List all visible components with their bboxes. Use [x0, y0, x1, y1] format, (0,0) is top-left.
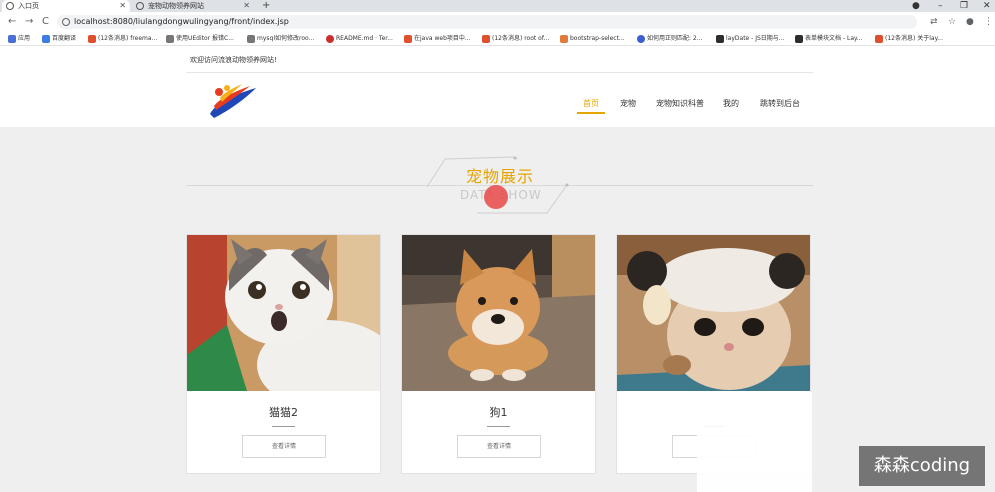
- welcome-text: 欢迎访问流浪动物领养网站!: [190, 56, 277, 64]
- layui-icon: [716, 35, 724, 43]
- tab-globe-icon: [6, 2, 14, 10]
- view-details-button[interactable]: 查看详情: [242, 435, 326, 458]
- minimize-icon[interactable]: –: [938, 0, 943, 12]
- close-tab-icon[interactable]: ✕: [243, 0, 250, 12]
- url-text: localhost:8080/liulangdongwulingyang/fro…: [74, 17, 289, 26]
- translate-icon[interactable]: ⇄: [930, 16, 938, 28]
- bookmark-item[interactable]: (12条消息) 关于lay...: [875, 32, 943, 46]
- view-details-button[interactable]: 查看详情: [457, 435, 541, 458]
- nav-pets[interactable]: 宠物: [620, 98, 636, 109]
- bookmark-item[interactable]: layDate - JS日期与...: [716, 32, 785, 46]
- bookmark-apps[interactable]: 应用: [8, 32, 30, 46]
- maximize-icon[interactable]: ❐: [960, 0, 968, 12]
- nav-mine[interactable]: 我的: [723, 98, 739, 109]
- tab-label: 入口页: [18, 2, 39, 10]
- card-divider: [272, 426, 295, 427]
- bookmark-item[interactable]: 在java web项目中...: [404, 32, 471, 46]
- menu-dots-icon[interactable]: ⋮: [984, 16, 993, 28]
- page-icon: [560, 35, 568, 43]
- page-icon: [166, 35, 174, 43]
- reload-icon[interactable]: C: [42, 16, 49, 28]
- url-input[interactable]: localhost:8080/liulangdongwulingyang/fro…: [57, 15, 917, 29]
- back-arrow-icon[interactable]: ←: [8, 16, 16, 28]
- page-icon: [247, 35, 255, 43]
- close-tab-icon[interactable]: ✕: [119, 0, 126, 12]
- csdn-icon: [88, 35, 96, 43]
- pet-photo[interactable]: [617, 235, 810, 391]
- close-window-icon[interactable]: ✕: [983, 0, 991, 12]
- bookmark-item[interactable]: README.md · Ter...: [326, 32, 393, 46]
- site-logo[interactable]: [206, 80, 258, 120]
- new-tab-button[interactable]: +: [262, 0, 270, 12]
- nav-admin[interactable]: 跳转到后台: [760, 98, 800, 109]
- pet-name: 狗1: [489, 406, 508, 419]
- bookmarks-bar: 应用 百度翻译 (12条消息) freema... 使用UEditor 报错C.…: [0, 32, 995, 46]
- cursor-highlight: [484, 185, 508, 209]
- layui-icon: [795, 35, 803, 43]
- bookmark-item[interactable]: 使用UEditor 报错C...: [166, 32, 234, 46]
- nav-pet-knowledge[interactable]: 宠物知识科普: [656, 98, 704, 109]
- bookmark-item[interactable]: (12条消息) root of...: [482, 32, 549, 46]
- baidu-icon: [637, 35, 645, 43]
- address-bar-row: ← → C localhost:8080/liulangdongwulingya…: [0, 12, 995, 32]
- bookmark-item[interactable]: mysql如何修改roo...: [247, 32, 314, 46]
- section-title: 宠物展示: [466, 167, 535, 186]
- forward-arrow-icon[interactable]: →: [25, 16, 33, 28]
- pet-name: 猫猫2: [269, 406, 298, 419]
- pet-photo[interactable]: [402, 235, 595, 391]
- pet-card[interactable]: 狗1 查看详情: [401, 234, 596, 474]
- bookmark-item[interactable]: 表单模块文档 - Lay...: [795, 32, 862, 46]
- nav-home[interactable]: 首页: [583, 98, 599, 109]
- pet-card[interactable]: 猫猫2 查看详情: [186, 234, 381, 474]
- tab-globe-icon: [136, 2, 144, 10]
- account-icon[interactable]: ●: [966, 16, 974, 28]
- bookmark-star-icon[interactable]: ☆: [948, 16, 956, 28]
- bookmark-item[interactable]: 如何用正则匹配: 2...: [637, 32, 702, 46]
- profile-icon[interactable]: ●: [912, 0, 920, 12]
- info-icon[interactable]: [62, 18, 70, 26]
- pet-photo[interactable]: [187, 235, 380, 391]
- browser-tab-home[interactable]: 入口页 ✕: [2, 0, 130, 12]
- header-divider: [186, 72, 813, 73]
- translate-bookmark-icon: [42, 35, 50, 43]
- browser-tab-bar: 入口页 ✕ 宠物动物领养网站 ✕ + ● – ❐ ✕: [0, 0, 995, 12]
- video-watermark: 森森coding: [859, 446, 985, 486]
- csdn-icon: [404, 35, 412, 43]
- gitee-icon: [326, 35, 334, 43]
- csdn-icon: [875, 35, 883, 43]
- browser-tab-site[interactable]: 宠物动物领养网站 ✕: [132, 0, 254, 12]
- csdn-icon: [482, 35, 490, 43]
- apps-grid-icon: [8, 35, 16, 43]
- bookmark-item[interactable]: 百度翻译: [42, 32, 76, 46]
- tab-label: 宠物动物领养网站: [148, 2, 204, 10]
- bookmark-item[interactable]: (12条消息) freema...: [88, 32, 157, 46]
- nav-active-indicator: [577, 112, 605, 114]
- bookmark-item[interactable]: bootstrap-select...: [560, 32, 625, 46]
- card-divider: [487, 426, 510, 427]
- obscuring-overlay: [697, 392, 812, 492]
